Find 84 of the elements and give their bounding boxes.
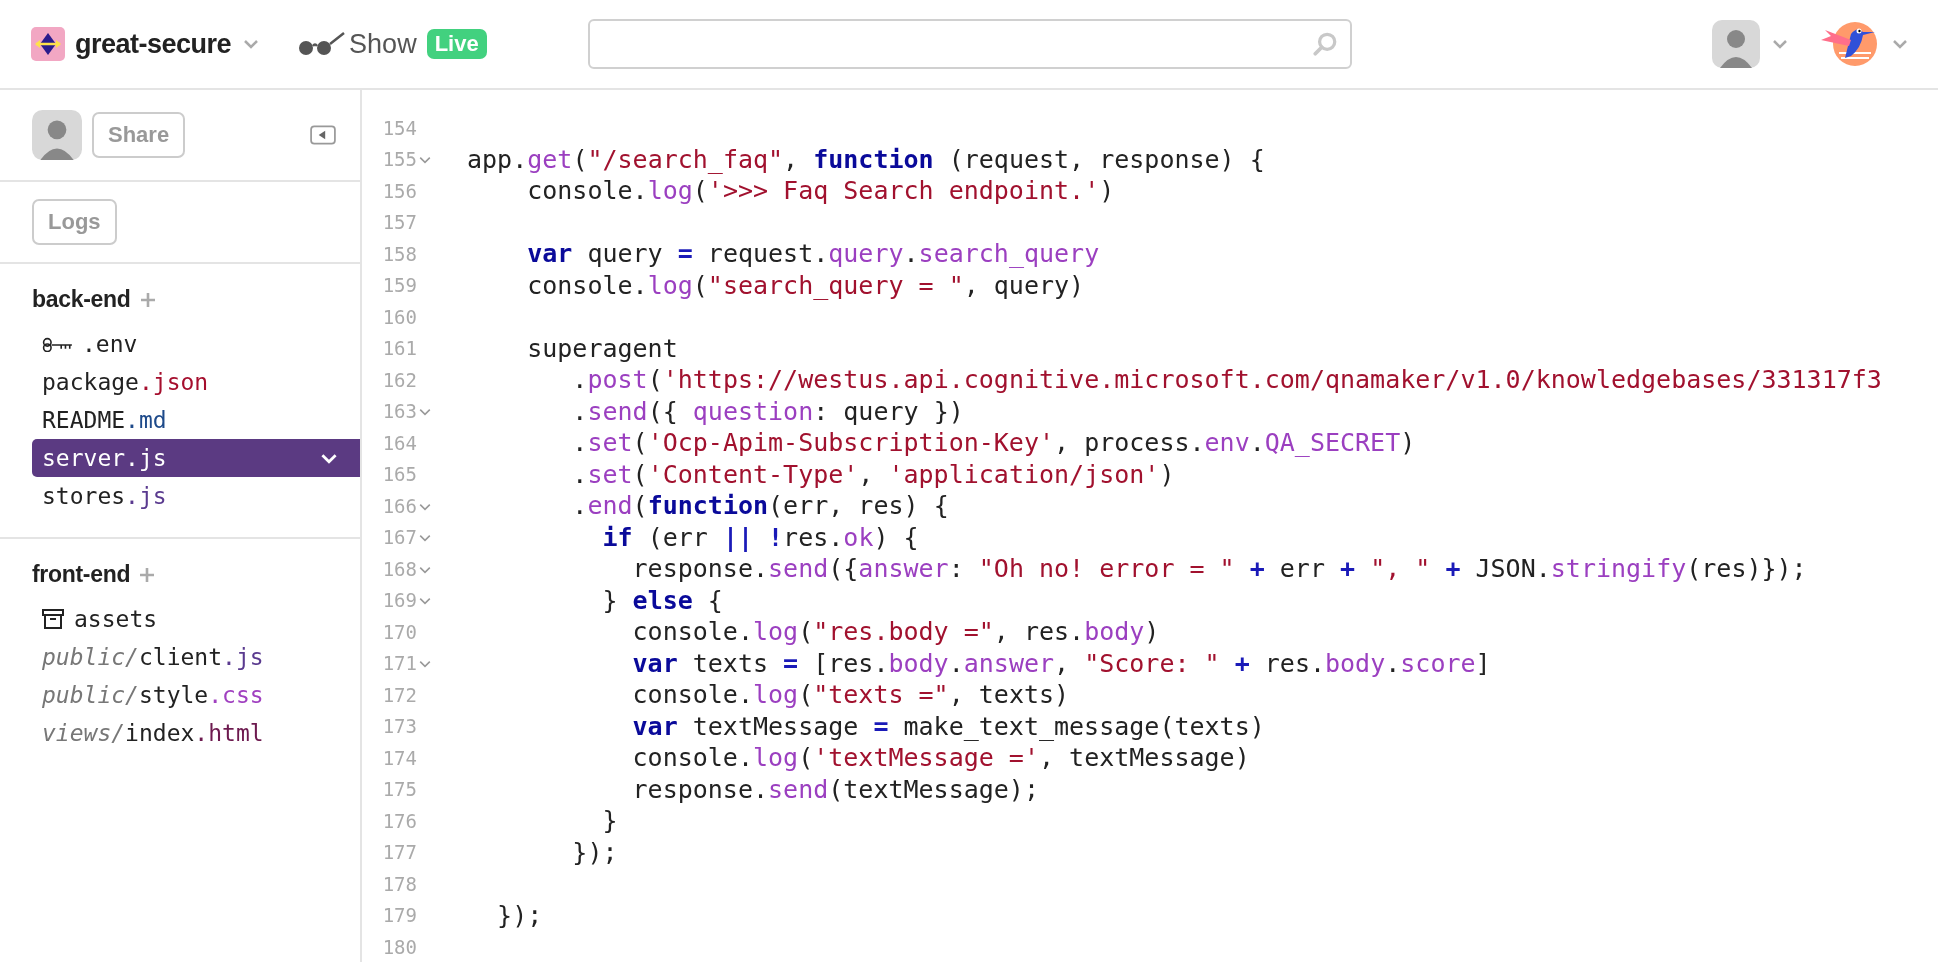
line-number: 158 xyxy=(381,242,417,265)
section-title: front-end xyxy=(32,561,131,588)
caret-icon[interactable] xyxy=(1772,39,1788,49)
line-number: 174 xyxy=(381,746,417,769)
caret-icon[interactable] xyxy=(1892,39,1908,49)
code-line: superagent xyxy=(526,333,678,363)
fold-caret-icon[interactable] xyxy=(419,534,431,543)
line-number: 164 xyxy=(381,431,417,454)
code-line: console.log('textMessage =', textMessage) xyxy=(631,743,1250,773)
section-title: back-end xyxy=(32,286,131,313)
file-item[interactable]: README.md xyxy=(32,401,360,439)
caret-icon[interactable] xyxy=(243,39,260,49)
line-number: 172 xyxy=(381,683,417,706)
code-line: .post('https://westus.api.cognitive.microsoft.com/qnamaker/v1.0/knowledgebases/331317f3 xyxy=(571,365,1882,395)
line-number: 171 xyxy=(381,652,417,675)
collapse-sidebar-icon[interactable] xyxy=(310,125,336,145)
code-line: console.log('>>> Faq Search endpoint.') xyxy=(526,176,1115,206)
code-line: }); xyxy=(571,837,618,867)
line-number: 179 xyxy=(381,904,417,927)
line-number: 169 xyxy=(381,589,417,612)
line-number: 180 xyxy=(381,935,417,958)
project-logo-icon[interactable] xyxy=(31,27,65,61)
line-number: 173 xyxy=(381,715,417,738)
project-name[interactable]: great-secure xyxy=(75,28,232,60)
line-number: 155 xyxy=(381,148,417,171)
file-item[interactable]: public/style.css xyxy=(32,676,360,714)
key-icon xyxy=(42,336,74,352)
code-line: } else { xyxy=(601,585,723,615)
line-number: 170 xyxy=(381,620,417,643)
fold-caret-icon[interactable] xyxy=(419,408,431,417)
line-number: 161 xyxy=(381,337,417,360)
code-line: var textMessage = make_text_message(texts) xyxy=(631,711,1265,741)
code-line: .send({ question: query }) xyxy=(571,396,964,426)
file-item[interactable]: public/client.js xyxy=(32,638,360,676)
code-line: }); xyxy=(496,900,543,930)
code-line: .set('Content-Type', 'application/json') xyxy=(571,459,1175,489)
live-badge: Live xyxy=(426,29,487,59)
line-number: 178 xyxy=(381,872,417,895)
user-avatar[interactable] xyxy=(1712,20,1760,68)
file-item[interactable]: .env xyxy=(32,325,360,363)
code-line: var texts = [res.body.answer, "Score: " + res.body.score] xyxy=(631,648,1491,678)
show-link[interactable]: Show xyxy=(349,28,417,60)
line-number: 166 xyxy=(381,494,417,517)
file-item[interactable]: assets xyxy=(32,600,360,638)
add-icon[interactable] xyxy=(139,566,156,583)
add-icon[interactable] xyxy=(139,291,156,308)
line-number: 162 xyxy=(381,368,417,391)
code-line: console.log("texts =", texts) xyxy=(631,680,1070,710)
chevron-icon[interactable] xyxy=(320,452,338,464)
line-number: 163 xyxy=(381,400,417,423)
line-number: 154 xyxy=(381,116,417,139)
line-number: 167 xyxy=(381,526,417,549)
fold-caret-icon[interactable] xyxy=(419,597,431,606)
fold-caret-icon[interactable] xyxy=(419,565,431,574)
file-item[interactable]: package.json xyxy=(32,363,360,401)
line-number: 157 xyxy=(381,211,417,234)
search-icon[interactable] xyxy=(1312,31,1338,57)
code-line: response.send({answer: "Oh no! error = " + err + ", " + JSON.stringify(res)}); xyxy=(631,554,1807,584)
box-icon xyxy=(42,608,64,630)
user-avatar[interactable] xyxy=(32,110,82,160)
code-line: } xyxy=(601,806,618,836)
fold-caret-icon[interactable] xyxy=(419,502,431,511)
code-line: console.log("res.body =", res.body) xyxy=(631,617,1160,647)
line-number: 175 xyxy=(381,778,417,801)
fold-caret-icon[interactable] xyxy=(419,156,431,165)
line-number: 168 xyxy=(381,557,417,580)
search-field[interactable] xyxy=(588,19,1352,69)
line-number: 177 xyxy=(381,841,417,864)
code-line: console.log("search_query = ", query) xyxy=(526,270,1085,300)
code-line: app.get("/search_faq", function (request, response) { xyxy=(467,144,1265,174)
line-number: 156 xyxy=(381,179,417,202)
code-line: if (err || !res.ok) { xyxy=(601,522,919,552)
fold-caret-icon[interactable] xyxy=(419,660,431,669)
line-number: 176 xyxy=(381,809,417,832)
code-line: var query = request.query.search_query xyxy=(526,239,1100,269)
code-line: response.send(textMessage); xyxy=(631,774,1039,804)
file-item[interactable]: stores.js xyxy=(32,477,360,515)
line-number: 160 xyxy=(381,305,417,328)
line-number: 159 xyxy=(381,274,417,297)
line-number: 165 xyxy=(381,463,417,486)
code-line: .set('Ocp-Apim-Subscription-Key', process.env.QA_SECRET) xyxy=(571,428,1416,458)
code-line: .end(function(err, res) { xyxy=(571,491,949,521)
file-item[interactable]: views/index.html xyxy=(32,714,360,752)
file-item[interactable]: server.js xyxy=(32,439,360,477)
